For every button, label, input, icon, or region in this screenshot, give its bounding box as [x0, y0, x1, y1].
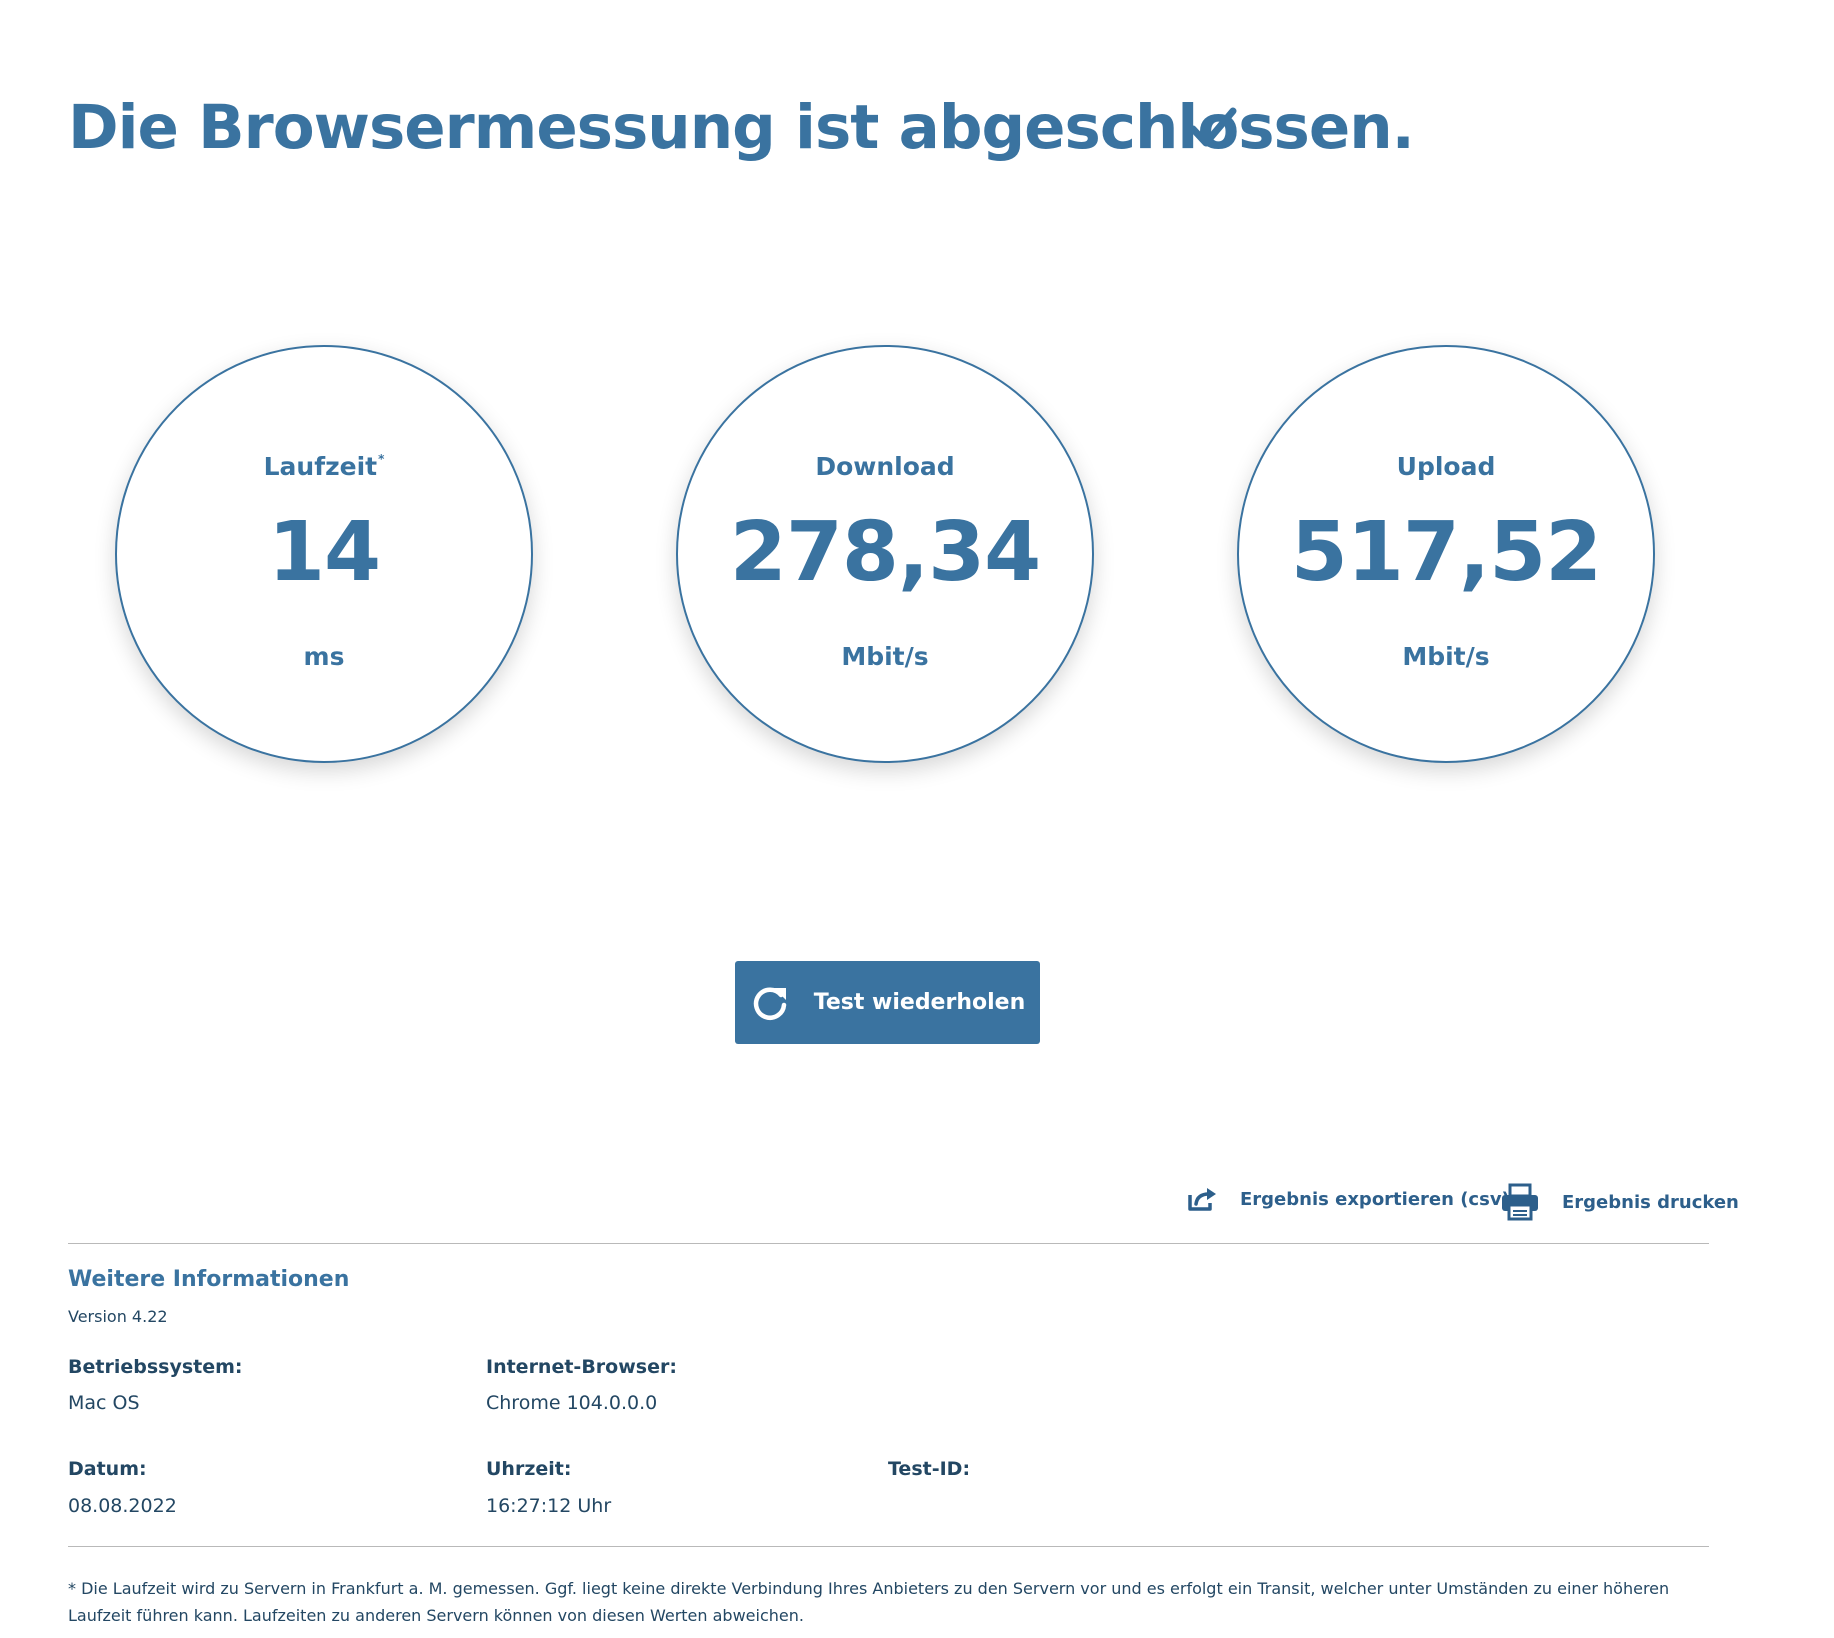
retest-button[interactable]: Test wiederholen	[735, 961, 1040, 1044]
result-page: Die Browsermessung ist abgeschlossen. La…	[0, 0, 1834, 1638]
divider-top	[68, 1243, 1709, 1244]
upload-unit: Mbit/s	[1402, 642, 1490, 671]
latency-gauge: Laufzeit* 14 ms	[115, 345, 533, 763]
printer-icon	[1502, 1183, 1538, 1221]
share-export-icon	[1188, 1188, 1216, 1211]
upload-gauge: Upload 517,52 Mbit/s	[1237, 345, 1655, 763]
download-label: Download	[815, 452, 955, 481]
latency-unit: ms	[303, 642, 345, 671]
latency-value: 14	[267, 505, 381, 600]
test-id-label: Test-ID:	[888, 1458, 971, 1480]
divider-bottom	[68, 1546, 1709, 1547]
time-value: 16:27:12 Uhr	[486, 1495, 612, 1517]
date-label: Datum:	[68, 1458, 147, 1480]
print-link[interactable]: Ergebnis drucken	[1500, 1183, 1739, 1221]
latency-label: Laufzeit*	[263, 452, 385, 481]
upload-value: 517,52	[1290, 505, 1602, 600]
time-label: Uhrzeit:	[486, 1458, 572, 1480]
upload-label: Upload	[1396, 452, 1496, 481]
export-csv-label: Ergebnis exportieren (csv)	[1240, 1188, 1510, 1210]
browser-label: Internet-Browser:	[486, 1356, 677, 1378]
info-title: Weitere Informationen	[68, 1267, 350, 1292]
os-label: Betriebssystem:	[68, 1356, 243, 1378]
browser-value: Chrome 104.0.0.0	[486, 1392, 658, 1414]
checkmark-icon	[1189, 107, 1237, 147]
os-value: Mac OS	[68, 1392, 140, 1414]
latency-footnote: * Die Laufzeit wird zu Servern in Frankf…	[68, 1579, 1670, 1625]
date-value: 08.08.2022	[68, 1495, 177, 1517]
download-gauge: Download 278,34 Mbit/s	[676, 345, 1094, 763]
version-text: Version 4.22	[68, 1307, 168, 1326]
retest-button-label: Test wiederholen	[813, 990, 1026, 1015]
refresh-icon	[753, 986, 786, 1020]
print-label: Ergebnis drucken	[1562, 1191, 1739, 1213]
download-value: 278,34	[729, 505, 1041, 600]
footnote-marker: *	[378, 452, 385, 466]
export-csv-link[interactable]: Ergebnis exportieren (csv)	[1186, 1185, 1510, 1213]
download-unit: Mbit/s	[841, 642, 929, 671]
